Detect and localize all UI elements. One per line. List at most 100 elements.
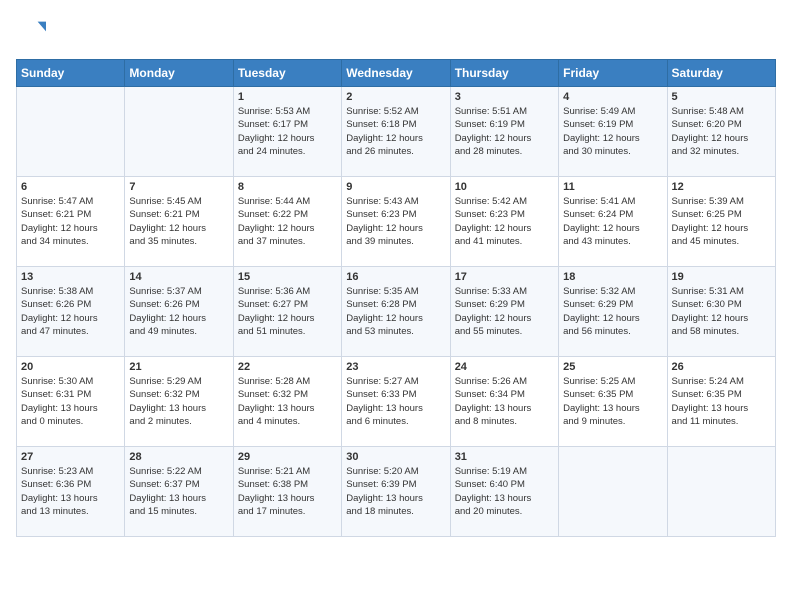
- day-number: 24: [455, 361, 554, 373]
- calendar-cell: [17, 87, 125, 177]
- day-number: 23: [346, 361, 445, 373]
- calendar-cell: 14 Sunrise: 5:37 AM Sunset: 6:26 PM Dayli…: [125, 267, 233, 357]
- calendar-cell: [125, 87, 233, 177]
- calendar-cell: 6Sunrise: 5:47 AM Sunset: 6:21 PM Daylig…: [17, 177, 125, 267]
- calendar-cell: 19 Sunrise: 5:31 AM Sunset: 6:30 PM Dayli…: [667, 267, 775, 357]
- cell-daylight-info: Sunrise: 5:33 AM Sunset: 6:29 PM Dayligh…: [455, 285, 554, 338]
- calendar-cell: 13 Sunrise: 5:38 AM Sunset: 6:26 PM Dayli…: [17, 267, 125, 357]
- day-number: 18: [563, 271, 662, 283]
- day-number: 17: [455, 271, 554, 283]
- cell-daylight-info: Sunrise: 5:47 AM Sunset: 6:21 PM Dayligh…: [21, 195, 120, 248]
- day-number: 1: [238, 91, 337, 103]
- cell-daylight-info: Sunrise: 5:35 AM Sunset: 6:28 PM Dayligh…: [346, 285, 445, 338]
- cell-daylight-info: Sunrise: 5:21 AM Sunset: 6:38 PM Dayligh…: [238, 465, 337, 518]
- calendar-cell: 31 Sunrise: 5:19 AM Sunset: 6:40 PM Dayli…: [450, 447, 558, 537]
- calendar-cell: 23 Sunrise: 5:27 AM Sunset: 6:33 PM Dayli…: [342, 357, 450, 447]
- calendar-cell: 21Sunrise: 5:29 AM Sunset: 6:32 PM Dayli…: [125, 357, 233, 447]
- calendar-cell: 30 Sunrise: 5:20 AM Sunset: 6:39 PM Dayli…: [342, 447, 450, 537]
- calendar-cell: 25Sunrise: 5:25 AM Sunset: 6:35 PM Dayli…: [559, 357, 667, 447]
- day-number: 25: [563, 361, 662, 373]
- calendar-cell: 8 Sunrise: 5:44 AM Sunset: 6:22 PM Daylig…: [233, 177, 341, 267]
- calendar-week-row: 6Sunrise: 5:47 AM Sunset: 6:21 PM Daylig…: [17, 177, 776, 267]
- day-number: 20: [21, 361, 120, 373]
- day-number: 16: [346, 271, 445, 283]
- day-number: 31: [455, 451, 554, 463]
- calendar-cell: 4 Sunrise: 5:49 AM Sunset: 6:19 PM Daylig…: [559, 87, 667, 177]
- weekday-header: Friday: [559, 60, 667, 87]
- cell-daylight-info: Sunrise: 5:19 AM Sunset: 6:40 PM Dayligh…: [455, 465, 554, 518]
- weekday-header: Saturday: [667, 60, 775, 87]
- weekday-header: Wednesday: [342, 60, 450, 87]
- calendar-cell: 3 Sunrise: 5:51 AM Sunset: 6:19 PM Daylig…: [450, 87, 558, 177]
- cell-daylight-info: Sunrise: 5:22 AM Sunset: 6:37 PM Dayligh…: [129, 465, 228, 518]
- day-number: 2: [346, 91, 445, 103]
- cell-daylight-info: Sunrise: 5:24 AM Sunset: 6:35 PM Dayligh…: [672, 375, 771, 428]
- logo-icon: [18, 16, 46, 44]
- calendar-week-row: 1Sunrise: 5:53 AM Sunset: 6:17 PM Daylig…: [17, 87, 776, 177]
- cell-daylight-info: Sunrise: 5:36 AM Sunset: 6:27 PM Dayligh…: [238, 285, 337, 338]
- day-number: 9: [346, 181, 445, 193]
- calendar-cell: 10Sunrise: 5:42 AM Sunset: 6:23 PM Dayli…: [450, 177, 558, 267]
- cell-daylight-info: Sunrise: 5:30 AM Sunset: 6:31 PM Dayligh…: [21, 375, 120, 428]
- cell-daylight-info: Sunrise: 5:27 AM Sunset: 6:33 PM Dayligh…: [346, 375, 445, 428]
- day-number: 28: [129, 451, 228, 463]
- calendar-week-row: 13 Sunrise: 5:38 AM Sunset: 6:26 PM Dayli…: [17, 267, 776, 357]
- calendar-cell: 5 Sunrise: 5:48 AM Sunset: 6:20 PM Daylig…: [667, 87, 775, 177]
- day-number: 19: [672, 271, 771, 283]
- calendar-cell: [559, 447, 667, 537]
- cell-daylight-info: Sunrise: 5:42 AM Sunset: 6:23 PM Dayligh…: [455, 195, 554, 248]
- calendar-table: SundayMondayTuesdayWednesdayThursdayFrid…: [16, 59, 776, 537]
- cell-daylight-info: Sunrise: 5:41 AM Sunset: 6:24 PM Dayligh…: [563, 195, 662, 248]
- weekday-header: Sunday: [17, 60, 125, 87]
- calendar-cell: 2 Sunrise: 5:52 AM Sunset: 6:18 PM Daylig…: [342, 87, 450, 177]
- calendar-cell: 11 Sunrise: 5:41 AM Sunset: 6:24 PM Dayli…: [559, 177, 667, 267]
- calendar-week-row: 20 Sunrise: 5:30 AM Sunset: 6:31 PM Dayli…: [17, 357, 776, 447]
- logo: [16, 16, 28, 49]
- weekday-header: Tuesday: [233, 60, 341, 87]
- cell-daylight-info: Sunrise: 5:23 AM Sunset: 6:36 PM Dayligh…: [21, 465, 120, 518]
- cell-daylight-info: Sunrise: 5:39 AM Sunset: 6:25 PM Dayligh…: [672, 195, 771, 248]
- page-header: [16, 16, 776, 49]
- day-number: 15: [238, 271, 337, 283]
- calendar-cell: 17 Sunrise: 5:33 AM Sunset: 6:29 PM Dayli…: [450, 267, 558, 357]
- day-number: 3: [455, 91, 554, 103]
- calendar-cell: 26 Sunrise: 5:24 AM Sunset: 6:35 PM Dayli…: [667, 357, 775, 447]
- day-number: 5: [672, 91, 771, 103]
- weekday-header: Monday: [125, 60, 233, 87]
- calendar-cell: 15 Sunrise: 5:36 AM Sunset: 6:27 PM Dayli…: [233, 267, 341, 357]
- calendar-cell: 20 Sunrise: 5:30 AM Sunset: 6:31 PM Dayli…: [17, 357, 125, 447]
- day-number: 8: [238, 181, 337, 193]
- day-number: 12: [672, 181, 771, 193]
- day-number: 22: [238, 361, 337, 373]
- calendar-cell: 27 Sunrise: 5:23 AM Sunset: 6:36 PM Dayli…: [17, 447, 125, 537]
- cell-daylight-info: Sunrise: 5:31 AM Sunset: 6:30 PM Dayligh…: [672, 285, 771, 338]
- calendar-cell: 24 Sunrise: 5:26 AM Sunset: 6:34 PM Dayli…: [450, 357, 558, 447]
- cell-daylight-info: Sunrise: 5:38 AM Sunset: 6:26 PM Dayligh…: [21, 285, 120, 338]
- cell-daylight-info: Sunrise: 5:52 AM Sunset: 6:18 PM Dayligh…: [346, 105, 445, 158]
- cell-daylight-info: Sunrise: 5:48 AM Sunset: 6:20 PM Dayligh…: [672, 105, 771, 158]
- calendar-cell: 9Sunrise: 5:43 AM Sunset: 6:23 PM Daylig…: [342, 177, 450, 267]
- day-number: 11: [563, 181, 662, 193]
- calendar-cell: 29 Sunrise: 5:21 AM Sunset: 6:38 PM Dayli…: [233, 447, 341, 537]
- day-number: 27: [21, 451, 120, 463]
- cell-daylight-info: Sunrise: 5:20 AM Sunset: 6:39 PM Dayligh…: [346, 465, 445, 518]
- weekday-header: Thursday: [450, 60, 558, 87]
- day-number: 30: [346, 451, 445, 463]
- cell-daylight-info: Sunrise: 5:45 AM Sunset: 6:21 PM Dayligh…: [129, 195, 228, 248]
- day-number: 4: [563, 91, 662, 103]
- day-number: 14: [129, 271, 228, 283]
- cell-daylight-info: Sunrise: 5:26 AM Sunset: 6:34 PM Dayligh…: [455, 375, 554, 428]
- cell-daylight-info: Sunrise: 5:51 AM Sunset: 6:19 PM Dayligh…: [455, 105, 554, 158]
- calendar-cell: 18 Sunrise: 5:32 AM Sunset: 6:29 PM Dayli…: [559, 267, 667, 357]
- header-row: SundayMondayTuesdayWednesdayThursdayFrid…: [17, 60, 776, 87]
- day-number: 13: [21, 271, 120, 283]
- cell-daylight-info: Sunrise: 5:44 AM Sunset: 6:22 PM Dayligh…: [238, 195, 337, 248]
- calendar-cell: [667, 447, 775, 537]
- day-number: 29: [238, 451, 337, 463]
- cell-daylight-info: Sunrise: 5:29 AM Sunset: 6:32 PM Dayligh…: [129, 375, 228, 428]
- cell-daylight-info: Sunrise: 5:49 AM Sunset: 6:19 PM Dayligh…: [563, 105, 662, 158]
- cell-daylight-info: Sunrise: 5:32 AM Sunset: 6:29 PM Dayligh…: [563, 285, 662, 338]
- day-number: 26: [672, 361, 771, 373]
- cell-daylight-info: Sunrise: 5:28 AM Sunset: 6:32 PM Dayligh…: [238, 375, 337, 428]
- cell-daylight-info: Sunrise: 5:37 AM Sunset: 6:26 PM Dayligh…: [129, 285, 228, 338]
